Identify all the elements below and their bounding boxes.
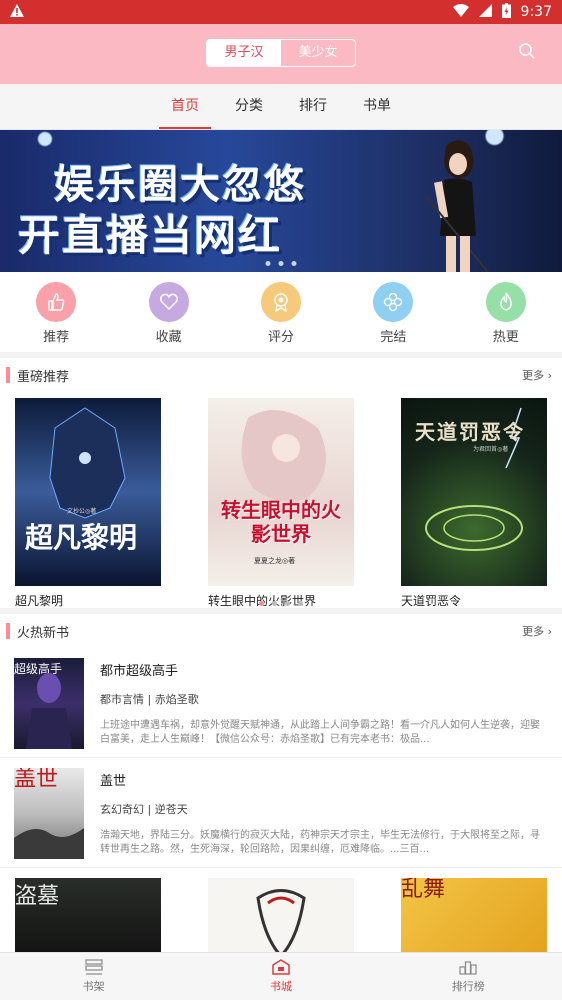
- quick-link-label: 推荐: [43, 330, 70, 345]
- quick-link-label: 完结: [380, 330, 407, 345]
- tab-categories[interactable]: 分类: [229, 84, 269, 129]
- featured-book[interactable]: 转生眼中的火影世界 夏夏之龙◎著 转生眼中的火影世界: [208, 398, 354, 609]
- quick-link-recommend[interactable]: 推荐: [21, 282, 91, 352]
- warning-icon: [10, 3, 24, 21]
- featured-book[interactable]: 天道罚恶令 为君回首◎著 天道罚恶令: [401, 398, 547, 609]
- quick-link-label: 热更: [492, 330, 519, 345]
- banner-pager: [265, 261, 297, 266]
- featured-carousel: 超凡黎明 文抄公◎著 超凡黎明 转生眼中的火影世界 夏夏之龙◎著 转生眼中的火影…: [0, 392, 562, 608]
- cover-title: 乱舞: [401, 878, 446, 902]
- signal-icon: [478, 3, 492, 21]
- tab-ranking[interactable]: 排行榜: [375, 953, 562, 1000]
- quick-links: 推荐 收藏 评分 完结 热更: [0, 272, 562, 352]
- banner-dot[interactable]: [265, 261, 271, 266]
- bottom-tab-bar: 书架 书城 排行榜: [0, 952, 562, 1000]
- app-root: 9:37 男子汉 美少女 首页 分类 排行 书单 娱乐圈大忽悠 开直播当网红 推…: [0, 0, 562, 1000]
- featured-dot[interactable]: [285, 601, 290, 606]
- thumbs-up-icon: [36, 282, 77, 322]
- app-header: 男子汉 美少女: [0, 24, 562, 84]
- book-cover[interactable]: 乱舞: [401, 878, 547, 954]
- tab-label: 书城: [269, 980, 292, 993]
- section-accent-bar: [6, 367, 10, 383]
- cover-author: 为君回首◎著: [473, 446, 509, 453]
- list-item[interactable]: 盖世 盖世 玄幻奇幻 | 逆苍天 浩瀚天地，界陆三分。妖魔横行的寂灭大陆，药神宗…: [0, 758, 562, 868]
- featured-pager: [259, 601, 303, 606]
- quick-link-label: 收藏: [155, 330, 182, 345]
- tab-label: 排行榜: [451, 980, 485, 993]
- quick-link-completed[interactable]: 完结: [358, 282, 428, 352]
- singer-illustration: [425, 140, 490, 272]
- quick-link-rating[interactable]: 评分: [246, 282, 316, 352]
- new-books-more-link[interactable]: 更多 ›: [522, 623, 552, 639]
- status-time: 9:37: [520, 4, 552, 20]
- cover-title: 盗墓: [15, 884, 60, 909]
- battery-icon: [501, 2, 511, 22]
- book-title: 天道罚恶令: [401, 594, 462, 608]
- book-title: 盖世: [100, 774, 127, 789]
- more-covers-row: 盗墓 乱舞: [0, 874, 562, 954]
- flame-icon: [485, 282, 526, 322]
- tab-bookshelf[interactable]: 书架: [0, 953, 187, 1000]
- book-cover: 超级高手: [14, 658, 84, 749]
- more-label: 更多: [522, 369, 545, 382]
- book-meta: 都市言情 | 赤焰圣歌: [100, 693, 199, 706]
- gender-segment-control: 男子汉 美少女: [206, 39, 356, 67]
- book-description: 上班途中遭遇车祸，却意外觉醒天赋神通，从此踏上人间争霸之路！看一介凡人如何人生逆…: [100, 720, 540, 745]
- book-title: 超凡黎明: [15, 594, 64, 608]
- featured-more-link[interactable]: 更多 ›: [522, 367, 552, 383]
- featured-dot[interactable]: [298, 601, 303, 606]
- flower-icon: [373, 282, 414, 322]
- segment-female[interactable]: 美少女: [281, 40, 355, 66]
- tab-bookstore[interactable]: 书城: [187, 953, 374, 1000]
- featured-book[interactable]: 超凡黎明 文抄公◎著 超凡黎明: [15, 398, 161, 609]
- quick-link-hot-updates[interactable]: 热更: [471, 282, 541, 352]
- tab-label: 书架: [82, 980, 105, 993]
- banner-dot[interactable]: [291, 261, 297, 266]
- more-label: 更多: [522, 625, 545, 638]
- list-item[interactable]: 超级高手 都市超级高手 都市言情 | 赤焰圣歌 上班途中遭遇车祸，却意外觉醒天赋…: [0, 648, 562, 758]
- tab-booklists[interactable]: 书单: [357, 84, 397, 129]
- featured-dot[interactable]: [272, 601, 277, 606]
- section-accent-bar: [6, 623, 10, 639]
- new-books-section-header: 火热新书 更多 ›: [0, 614, 562, 648]
- book-title: 都市超级高手: [100, 664, 179, 679]
- tab-rankings[interactable]: 排行: [293, 84, 333, 129]
- book-cover: 盖世: [14, 768, 84, 859]
- book-description: 浩瀚天地，界陆三分。妖魔横行的寂灭大陆，药神宗天才宗主，毕生无法修行，于大限将至…: [100, 830, 540, 855]
- featured-section-header: 重磅推荐 更多 ›: [0, 358, 562, 392]
- featured-dot[interactable]: [259, 601, 264, 606]
- book-cover[interactable]: 盗墓: [15, 878, 161, 954]
- banner-title-line2: 开直播当网红: [18, 211, 283, 260]
- cover-author: 文抄公◎著: [67, 508, 97, 515]
- banner-dot[interactable]: [278, 261, 284, 266]
- cover-title: 超凡黎明: [25, 521, 138, 554]
- segment-male[interactable]: 男子汉: [207, 40, 281, 66]
- book-info: 都市超级高手 都市言情 | 赤焰圣歌 上班途中遭遇车祸，却意外觉醒天赋神通，从此…: [100, 658, 548, 747]
- section-title: 火热新书: [17, 625, 70, 641]
- top-nav: 首页 分类 排行 书单: [0, 84, 562, 130]
- book-cover: 转生眼中的火影世界 夏夏之龙◎著: [208, 398, 354, 586]
- wifi-icon: [452, 3, 469, 21]
- cover-author: 夏夏之龙◎著: [254, 557, 296, 565]
- promo-banner[interactable]: 娱乐圈大忽悠 开直播当网红: [0, 130, 562, 272]
- bookshelf-icon: [0, 959, 187, 975]
- book-info: 盖世 玄幻奇幻 | 逆苍天 浩瀚天地，界陆三分。妖魔横行的寂灭大陆，药神宗天才宗…: [100, 768, 548, 857]
- medal-icon: [260, 282, 301, 322]
- book-cover[interactable]: [208, 878, 354, 954]
- quick-link-favorites[interactable]: 收藏: [134, 282, 204, 352]
- book-meta: 玄幻奇幻 | 逆苍天: [100, 803, 188, 816]
- status-right: 9:37: [452, 2, 552, 22]
- search-icon[interactable]: [518, 42, 536, 60]
- status-bar: 9:37: [0, 0, 562, 24]
- section-title: 重磅推荐: [17, 369, 70, 385]
- cover-title: 天道罚恶令: [415, 420, 525, 444]
- book-cover: 超凡黎明 文抄公◎著: [15, 398, 161, 586]
- book-cover: 天道罚恶令 为君回首◎著: [401, 398, 547, 586]
- ranking-icon: [375, 959, 562, 975]
- tab-home[interactable]: 首页: [159, 84, 211, 129]
- heart-icon: [148, 282, 189, 322]
- bookstore-icon: [187, 959, 374, 975]
- cover-title: 转生眼中的火影世界: [221, 498, 341, 546]
- quick-link-label: 评分: [267, 330, 294, 345]
